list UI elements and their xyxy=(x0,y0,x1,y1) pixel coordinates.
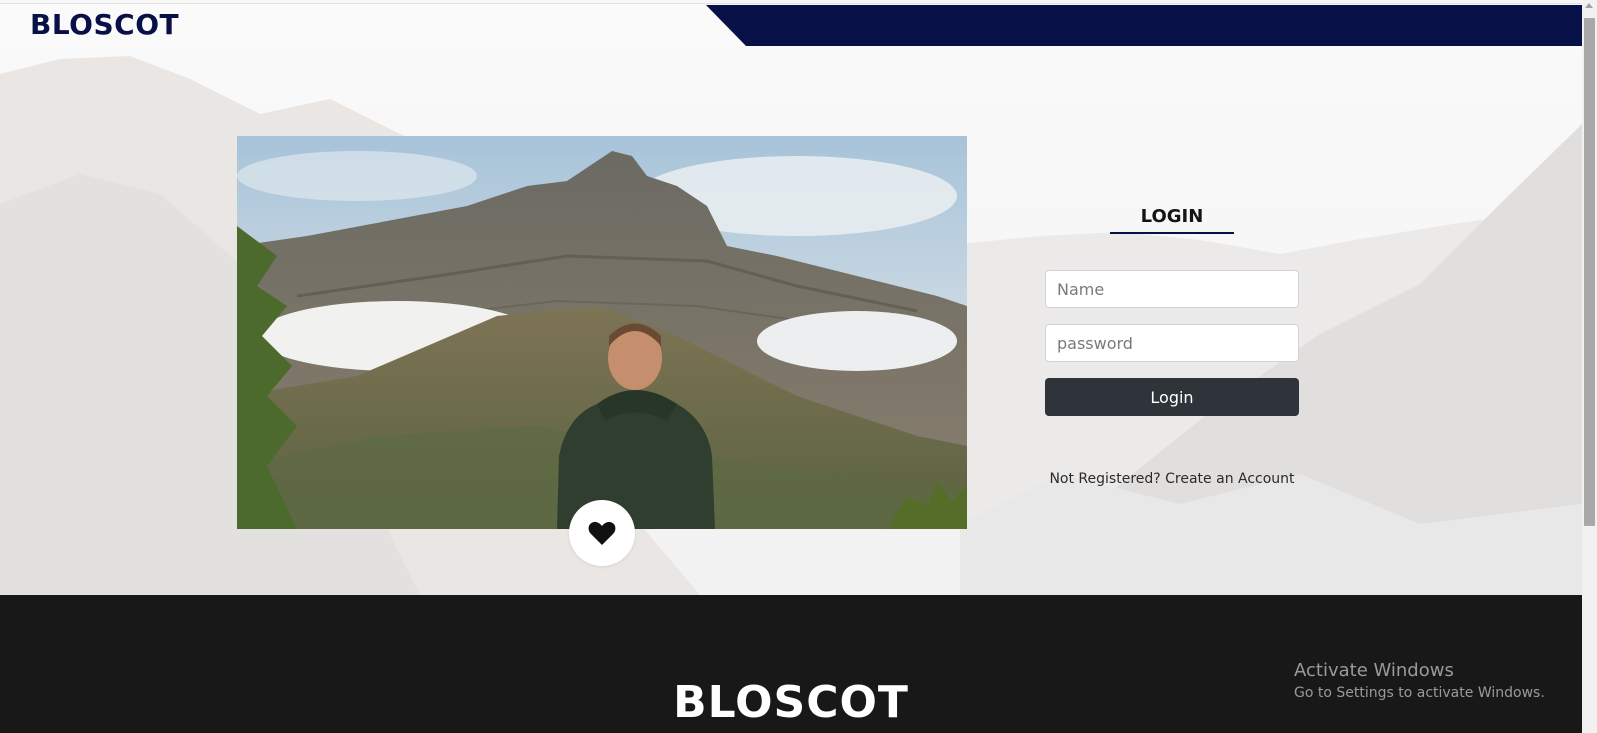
header-accent-band xyxy=(706,5,1582,46)
heart-icon xyxy=(588,521,616,545)
scroll-up-arrow-icon[interactable] xyxy=(1585,3,1593,8)
like-button[interactable] xyxy=(569,500,635,566)
name-input[interactable] xyxy=(1045,270,1299,308)
login-title: LOGIN xyxy=(1140,206,1204,227)
brand-logo[interactable]: BLOSCOT xyxy=(30,8,179,41)
password-input[interactable] xyxy=(1045,324,1299,362)
register-link[interactable]: Not Registered? Create an Account xyxy=(1045,471,1299,487)
vertical-scrollbar[interactable] xyxy=(1582,0,1597,733)
hero-photo xyxy=(237,136,967,529)
mountain-photo xyxy=(237,136,967,529)
activate-windows-title: Activate Windows xyxy=(1294,660,1454,681)
activate-windows-subtitle: Go to Settings to activate Windows. xyxy=(1294,685,1545,701)
scrollbar-thumb[interactable] xyxy=(1584,18,1595,526)
login-button[interactable]: Login xyxy=(1045,378,1299,416)
footer: BLOSCOT Activate Windows Go to Settings … xyxy=(0,595,1582,733)
login-title-underline xyxy=(1110,232,1234,234)
